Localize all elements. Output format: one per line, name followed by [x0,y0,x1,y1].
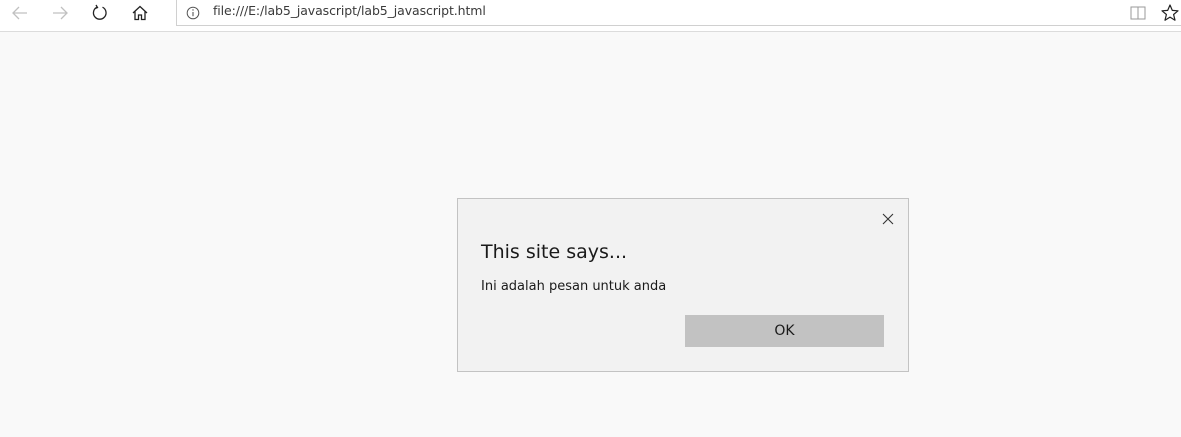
browser-toolbar: file:///E:/lab5_javascript/lab5_javascri… [0,0,1181,32]
dialog-message: Ini adalah pesan untuk anda [481,279,667,294]
back-arrow-icon [11,4,29,22]
url-text[interactable]: file:///E:/lab5_javascript/lab5_javascri… [213,3,486,18]
info-icon[interactable] [186,5,200,20]
refresh-button[interactable] [80,0,120,25]
dialog-title: This site says... [481,241,628,263]
alert-dialog: This site says... Ini adalah pesan untuk… [457,198,909,372]
ok-button[interactable]: OK [685,315,884,347]
home-icon [131,4,149,22]
address-bar[interactable]: file:///E:/lab5_javascript/lab5_javascri… [176,0,1181,26]
back-button[interactable] [0,0,40,25]
forward-button[interactable] [40,0,80,25]
close-icon [882,210,894,229]
forward-arrow-icon [51,4,69,22]
star-icon[interactable] [1160,3,1180,23]
close-button[interactable] [880,211,896,227]
reading-view-icon[interactable] [1129,4,1147,22]
home-button[interactable] [120,0,160,25]
refresh-icon [91,4,109,22]
